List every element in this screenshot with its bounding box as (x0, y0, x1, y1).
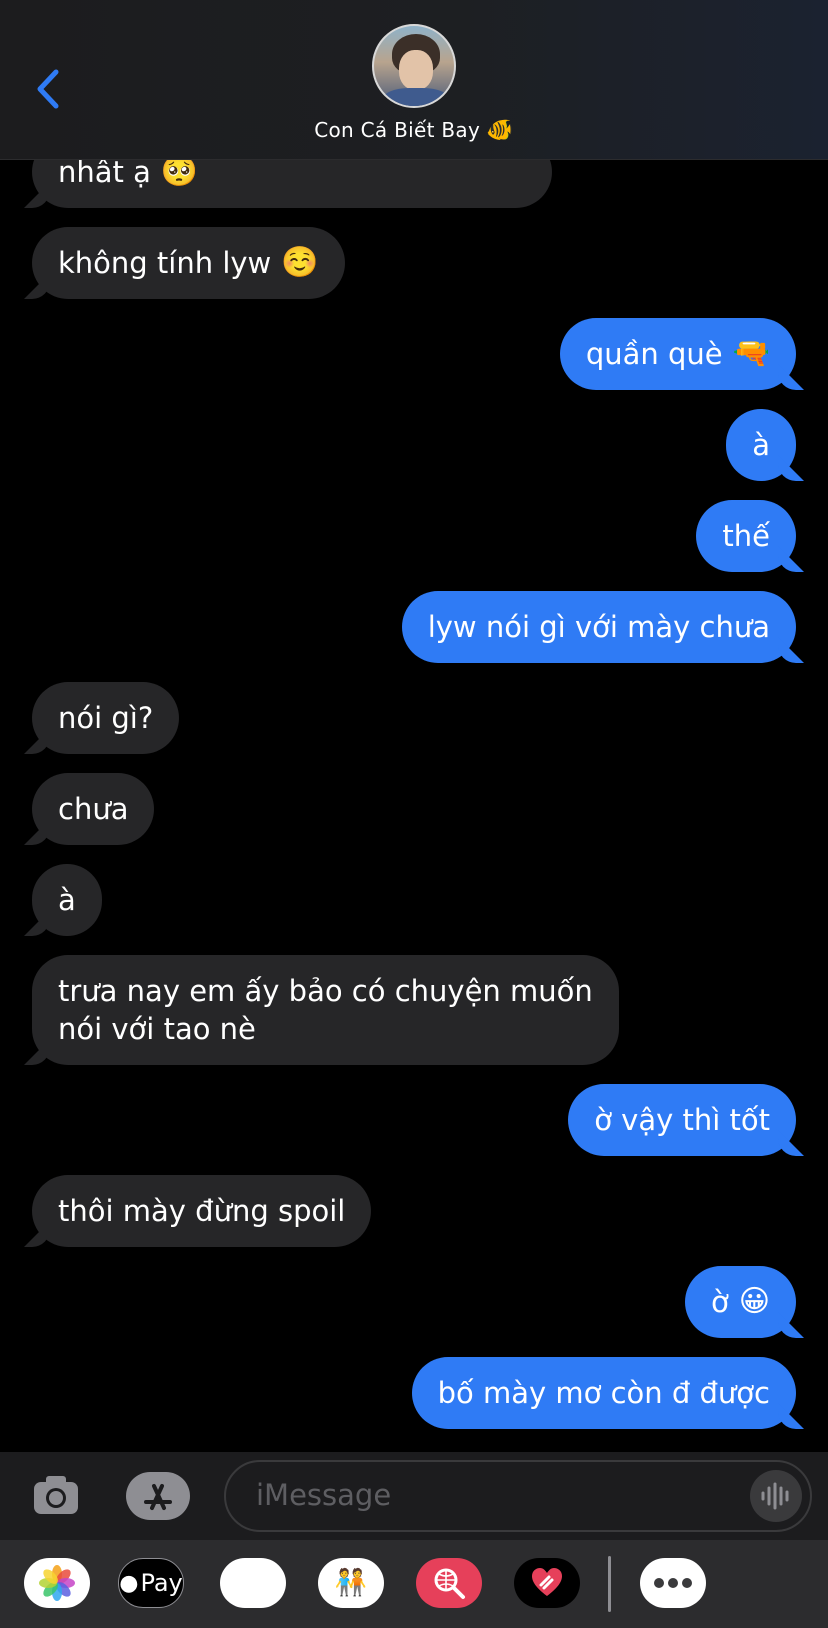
message-bubble-received[interactable]: à (32, 864, 102, 936)
imessage-input[interactable]: iMessage (224, 1460, 812, 1532)
contact-name[interactable]: Con Cá Biết Bay 🐠 (0, 118, 828, 143)
monkey-face-glyph: 🐵 (237, 1568, 269, 1598)
message-text: à (752, 428, 770, 462)
avatar-face (399, 50, 433, 90)
photos-icon[interactable] (24, 1558, 90, 1608)
message-input-bar: iMessage (0, 1452, 828, 1540)
apple-pay-icon[interactable]: ● Pay (118, 1558, 184, 1608)
app-drawer: ● Pay 🐵 🧑‍🤝‍🧑 (0, 1540, 828, 1628)
message-text: ờ (710, 1285, 729, 1319)
water-pistol-emoji: 🔫 (732, 336, 770, 371)
message-text: quần què (585, 337, 723, 371)
more-icon[interactable] (640, 1558, 706, 1608)
message-bubble-received[interactable]: thôi mày đừng spoil (32, 1175, 372, 1247)
message-bubble-received[interactable]: không tính lyw ☺️ (32, 227, 345, 299)
digital-touch-icon[interactable] (514, 1558, 580, 1608)
contact-avatar[interactable] (372, 24, 456, 108)
message-text: chưa (58, 792, 129, 826)
contact-name-text: Con Cá Biết Bay (314, 118, 481, 142)
tropical-fish-icon: 🐠 (486, 118, 514, 143)
message-bubble-received[interactable]: chưa (32, 773, 155, 845)
message-text: nói gì? (58, 701, 154, 735)
message-text: không tính lyw (58, 246, 272, 280)
waveform-icon[interactable] (750, 1470, 802, 1522)
message-bubble-sent[interactable]: thế (696, 500, 796, 572)
message-text: lyw nói gì với mày chưa (427, 610, 770, 644)
message-text-line: trưa nay em ấy bảo có chuyện muốn (58, 974, 593, 1008)
message-bubble-sent[interactable]: à (726, 409, 796, 481)
drawer-divider (608, 1556, 611, 1612)
message-bubble-sent[interactable]: ờ 😀 (684, 1266, 796, 1338)
chevron-left-icon[interactable] (30, 66, 70, 112)
message-bubble-sent[interactable]: lyw nói gì với mày chưa (401, 591, 796, 663)
memoji-icon[interactable]: 🧑‍🤝‍🧑 (318, 1558, 384, 1608)
memoji-glyph: 🧑‍🤝‍🧑 (334, 1568, 368, 1598)
message-text: bố mày mơ còn đ được (437, 1376, 770, 1410)
message-text: thế (722, 519, 770, 553)
message-bubble-sent[interactable]: quần què 🔫 (559, 318, 796, 390)
conversation-header: Con Cá Biết Bay 🐠 (0, 0, 828, 160)
input-placeholder: iMessage (256, 1478, 392, 1512)
app-store-icon[interactable] (126, 1472, 190, 1520)
message-text: thôi mày đừng spoil (58, 1194, 346, 1228)
message-bubble-received[interactable]: trưa nay em ấy bảo có chuyện muốn nói vớ… (32, 955, 619, 1065)
message-bubble-sent[interactable]: ờ vậy thì tốt (568, 1084, 796, 1156)
message-bubble-received[interactable]: nói gì? (32, 682, 180, 754)
message-text: ờ vậy thì tốt (594, 1103, 770, 1137)
message-text: à (58, 883, 76, 917)
message-bubble-sent[interactable]: bố mày mơ còn đ được (411, 1357, 796, 1429)
camera-icon[interactable] (32, 1474, 80, 1516)
apple-pay-label: Pay (140, 1569, 183, 1597)
message-thread[interactable]: nhât ạ 🥺 không tính lyw ☺️ quần què 🔫 à … (0, 0, 828, 1452)
web-search-icon[interactable] (416, 1558, 482, 1608)
avatar-shirt (382, 88, 450, 106)
message-text-line: nói với tao nè (58, 1012, 256, 1046)
animoji-icon[interactable]: 🐵 (220, 1558, 286, 1608)
apple-logo-icon: ● (119, 1570, 139, 1596)
grinning-face-emoji: 😀 (738, 1284, 770, 1319)
smiling-face-emoji: ☺️ (281, 245, 319, 280)
